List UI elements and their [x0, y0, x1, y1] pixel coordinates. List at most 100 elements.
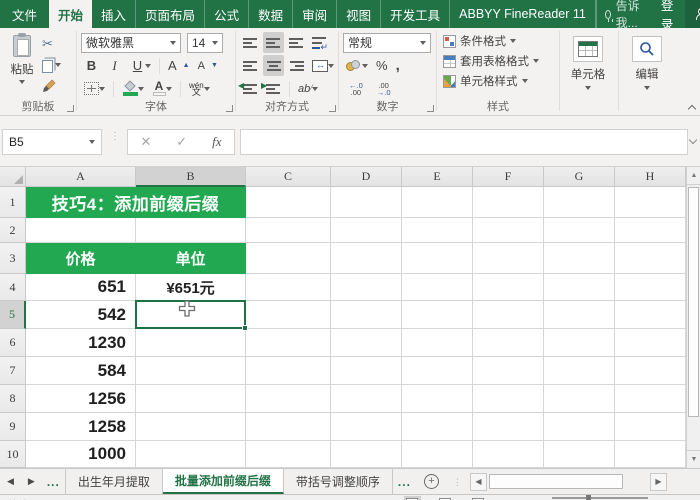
horizontal-scrollbar[interactable]: ◀ ▶ [470, 469, 667, 494]
cell[interactable] [402, 329, 473, 357]
cell[interactable] [473, 218, 544, 243]
cell[interactable] [402, 413, 473, 441]
fill-color-button[interactable] [119, 78, 147, 99]
format-painter-button[interactable] [40, 77, 63, 95]
col-header-F[interactable]: F [473, 167, 544, 187]
cell[interactable] [615, 385, 686, 413]
font-color-button[interactable]: A [149, 78, 175, 99]
cell-styles-button[interactable]: 单元格样式 [441, 71, 557, 91]
tab-formulas[interactable]: 公式 [205, 0, 249, 28]
cell[interactable] [544, 357, 615, 385]
vertical-scroll-thumb[interactable] [688, 187, 699, 417]
sign-in-button[interactable]: 登录 [649, 0, 686, 28]
col-header-D[interactable]: D [331, 167, 402, 187]
cell[interactable] [402, 187, 473, 218]
horizontal-scroll-thumb[interactable] [489, 474, 623, 489]
zoom-slider-knob[interactable] [586, 495, 591, 500]
font-dialog-launcher[interactable] [226, 105, 233, 112]
cell[interactable] [246, 441, 331, 468]
tab-file[interactable]: 文件 [0, 0, 49, 28]
decrease-decimal-button[interactable]: .00→.0 [371, 78, 397, 99]
conditional-formatting-button[interactable]: 条件格式 [441, 31, 557, 51]
cell[interactable] [544, 218, 615, 243]
cell[interactable] [615, 329, 686, 357]
cell[interactable] [473, 441, 544, 468]
cell[interactable] [544, 301, 615, 329]
cell[interactable] [331, 274, 402, 301]
view-page-break-button[interactable] [470, 496, 487, 500]
align-top-button[interactable] [240, 32, 261, 53]
zoom-slider[interactable] [552, 497, 648, 499]
cell[interactable] [246, 187, 331, 218]
row-header-3[interactable]: 3 [0, 243, 26, 274]
cell[interactable] [473, 274, 544, 301]
tabbar-splitter[interactable]: ⋮ [447, 469, 468, 494]
cell[interactable] [473, 243, 544, 274]
sheet-tab-prefix-suffix[interactable]: 批量添加前缀后缀 [163, 469, 284, 494]
cell[interactable] [615, 301, 686, 329]
cell[interactable] [331, 218, 402, 243]
cell[interactable] [331, 187, 402, 218]
select-all-corner[interactable] [0, 167, 26, 187]
sheet-tab-brackets[interactable]: 带括号调整顺序 [284, 469, 393, 494]
cell[interactable] [136, 329, 246, 357]
cell-A9[interactable]: 1258 [26, 413, 136, 441]
cell[interactable] [473, 329, 544, 357]
increase-indent-button[interactable]: ▶ [263, 78, 284, 99]
font-size-select[interactable]: 14 [187, 33, 223, 53]
cell[interactable] [544, 385, 615, 413]
cell[interactable] [331, 243, 402, 274]
tab-insert[interactable]: 插入 [92, 0, 136, 28]
vertical-scrollbar[interactable]: ▲ ▼ [686, 167, 700, 468]
cell[interactable] [402, 441, 473, 468]
hscroll-left-arrow[interactable]: ◀ [470, 473, 487, 491]
accounting-format-button[interactable] [343, 55, 371, 76]
cell-B4[interactable]: ¥651元 [136, 274, 246, 301]
sheet-nav-right-arrow[interactable]: ▶ [21, 469, 42, 494]
cell-A10[interactable]: 1000 [26, 441, 136, 468]
tab-review[interactable]: 审阅 [293, 0, 337, 28]
cell[interactable] [402, 301, 473, 329]
comma-style-button[interactable]: , [393, 55, 403, 76]
cell[interactable] [246, 301, 331, 329]
cell[interactable] [331, 441, 402, 468]
cell[interactable] [544, 413, 615, 441]
tab-data[interactable]: 数据 [249, 0, 293, 28]
merge-center-button[interactable] [309, 55, 337, 76]
cell-B3-unit-header[interactable]: 单位 [136, 243, 246, 274]
cell[interactable] [615, 218, 686, 243]
row-header-2[interactable]: 2 [0, 218, 26, 243]
cell[interactable] [615, 441, 686, 468]
row-header-5[interactable]: 5 [0, 301, 26, 329]
expand-formula-bar-chevron[interactable] [689, 137, 697, 145]
cell[interactable] [402, 218, 473, 243]
sheet-overflow-right[interactable]: ... [393, 469, 416, 494]
cell[interactable] [402, 385, 473, 413]
cell[interactable] [331, 413, 402, 441]
align-left-button[interactable] [240, 55, 261, 76]
collapse-ribbon-chevron[interactable] [688, 104, 695, 111]
alignment-dialog-launcher[interactable] [329, 105, 336, 112]
cell[interactable] [246, 243, 331, 274]
cell[interactable] [544, 441, 615, 468]
phonetic-guide-button[interactable]: wén文 [186, 78, 213, 99]
formula-input[interactable] [240, 129, 688, 155]
number-format-select[interactable]: 常规 [343, 33, 431, 53]
active-cell-selection[interactable] [135, 300, 246, 329]
align-middle-button[interactable] [263, 32, 284, 53]
col-header-A[interactable]: A [26, 167, 136, 187]
cell[interactable] [615, 413, 686, 441]
cell[interactable] [402, 243, 473, 274]
cell[interactable] [26, 218, 136, 243]
tab-page-layout[interactable]: 页面布局 [136, 0, 205, 28]
tab-view[interactable]: 视图 [337, 0, 381, 28]
row-header-10[interactable]: 10 [0, 441, 26, 468]
scroll-up-arrow[interactable]: ▲ [687, 167, 700, 185]
cell-A8[interactable]: 1256 [26, 385, 136, 413]
cell-A1-title[interactable]: 技巧4：添加前缀后缀 [26, 187, 246, 218]
cells-button[interactable]: 单元格 [564, 31, 612, 99]
cell[interactable] [615, 357, 686, 385]
orientation-button[interactable]: ab⁄ [295, 78, 321, 99]
view-page-layout-button[interactable] [437, 496, 454, 500]
cell[interactable] [246, 329, 331, 357]
